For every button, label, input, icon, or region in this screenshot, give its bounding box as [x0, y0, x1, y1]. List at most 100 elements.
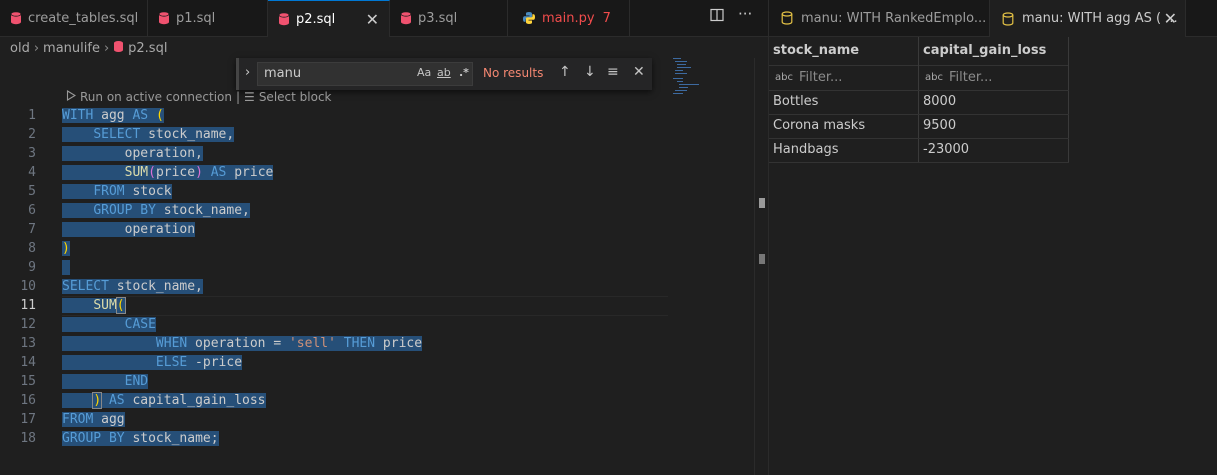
tab-label: manu: WITH agg AS ( ... [1022, 11, 1178, 26]
tab-result-agg[interactable]: manu: WITH agg AS ( ... ✕ [990, 0, 1186, 37]
line-number: 6 [28, 203, 36, 218]
code-text: GROUP BY stock_name, [62, 201, 250, 220]
database-icon [113, 40, 124, 57]
code-line: 10 SELECT stock_name, [0, 277, 754, 296]
tab-p3[interactable]: p3.sql [390, 0, 508, 36]
breadcrumb: old › manulife › p2.sql [10, 38, 167, 58]
table-row[interactable]: Bottles 8000 [769, 91, 1069, 115]
code-text: SELECT stock_name, [62, 279, 203, 294]
grid-header-row: stock_name capital_gain_loss [769, 37, 1069, 66]
codelens: Run on active connection | ☰ Select bloc… [66, 90, 332, 104]
more-actions-icon[interactable]: ··· [738, 5, 752, 23]
line-number: 10 [20, 279, 36, 294]
code-line: 4 SUM(price) AS price [0, 163, 754, 182]
filter-input[interactable]: Filter... [799, 70, 842, 85]
code-text: WITH agg AS ( [62, 108, 164, 123]
line-number: 9 [28, 260, 36, 275]
arrow-up-icon[interactable]: ↑ [559, 64, 571, 80]
results-pane: manu: WITH RankedEmplo... manu: WITH agg… [768, 0, 1217, 475]
code-line: 7 operation [0, 220, 754, 239]
code-line: 15 END [0, 372, 754, 391]
chevron-right-icon: › [33, 40, 40, 56]
database-outline-icon [781, 11, 793, 25]
code-text: END [62, 372, 149, 391]
database-icon [278, 12, 290, 26]
toggle-replace-icon[interactable]: › [245, 65, 250, 80]
code-text: SUM( [62, 296, 126, 315]
line-number: 13 [20, 336, 36, 351]
table-cell[interactable]: -23000 [919, 139, 1069, 162]
run-on-connection-link[interactable]: Run on active connection [80, 90, 232, 104]
find-widget: › manu Aa ab .* No results ↑ ↓ ≡ ✕ [236, 58, 652, 90]
tab-main-py[interactable]: main.py 7 [508, 0, 630, 36]
code-line: 8 ) [0, 239, 754, 258]
code-text: FROM agg [62, 412, 125, 427]
code-line: 1 WITH agg AS ( [0, 106, 754, 125]
select-block-link[interactable]: Select block [259, 90, 332, 104]
line-number: 2 [28, 127, 36, 142]
current-line-highlight [62, 296, 668, 316]
column-header[interactable]: capital_gain_loss [919, 37, 1069, 65]
select-block-icon: ☰ [244, 90, 255, 104]
column-header[interactable]: stock_name [769, 37, 919, 65]
code-text: operation, [62, 146, 203, 161]
code-text: ) [62, 241, 70, 256]
close-icon[interactable]: ✕ [366, 10, 379, 29]
filter-type-icon: abc [925, 72, 943, 83]
line-number: 17 [20, 412, 36, 427]
filter-cell[interactable]: abc Filter... [919, 65, 1069, 90]
scroll-marker [759, 254, 765, 264]
code-line: 13 WHEN operation = 'sell' THEN price [0, 334, 754, 353]
scroll-marker [759, 198, 765, 208]
split-editor-icon[interactable] [710, 8, 724, 26]
code-text: SUM(price) AS price [62, 163, 274, 182]
tab-label: manu: WITH RankedEmplo... [801, 10, 987, 26]
table-cell[interactable]: Corona masks [769, 115, 919, 138]
filter-type-icon: abc [775, 72, 793, 83]
editor-pane: create_tables.sql p1.sql p2.sql ✕ p3.sql… [0, 0, 769, 475]
close-icon[interactable]: ✕ [633, 64, 645, 80]
play-icon [66, 90, 77, 104]
codelens-separator: | [236, 90, 241, 104]
line-number: 3 [28, 146, 36, 161]
line-number: 8 [28, 241, 36, 256]
line-number: 7 [28, 222, 36, 237]
tab-create-tables[interactable]: create_tables.sql [0, 0, 148, 36]
table-row[interactable]: Corona masks 9500 [769, 115, 1069, 139]
tab-result-ranked[interactable]: manu: WITH RankedEmplo... [769, 0, 990, 36]
match-case-toggle[interactable]: Aa [417, 66, 431, 79]
table-cell[interactable]: Bottles [769, 91, 919, 114]
filter-cell[interactable]: abc Filter... [769, 65, 919, 90]
table-row[interactable]: Handbags -23000 [769, 139, 1069, 163]
find-in-selection-icon[interactable]: ≡ [607, 64, 619, 80]
tab-p1[interactable]: p1.sql [148, 0, 268, 36]
regex-toggle[interactable]: .* [459, 66, 469, 79]
whole-word-toggle[interactable]: ab [437, 66, 451, 79]
code-line: 17 FROM agg [0, 410, 754, 429]
table-cell[interactable]: 9500 [919, 115, 1069, 138]
tab-label: create_tables.sql [28, 10, 139, 26]
code-text: operation [62, 222, 196, 237]
breadcrumb-item[interactable]: manulife [43, 41, 100, 56]
code-text: CASE [62, 315, 156, 334]
database-icon [10, 11, 22, 25]
filter-input[interactable]: Filter... [949, 70, 992, 85]
breadcrumb-item[interactable]: p2.sql [128, 41, 167, 56]
table-cell[interactable]: Handbags [769, 139, 919, 162]
database-icon [400, 11, 412, 25]
close-icon[interactable]: ✕ [1164, 9, 1177, 28]
breadcrumb-item[interactable]: old [10, 41, 30, 56]
minimap[interactable] [673, 58, 729, 98]
filter-row: abc Filter... abc Filter... [769, 65, 1069, 91]
table-cell[interactable]: 8000 [919, 91, 1069, 114]
code-text: ) AS capital_gain_loss [62, 391, 266, 410]
tab-label: p1.sql [176, 10, 216, 26]
tab-p2[interactable]: p2.sql ✕ [268, 0, 390, 37]
code-text [62, 258, 70, 277]
arrow-down-icon[interactable]: ↓ [584, 64, 596, 80]
editor-scrollbar[interactable] [754, 58, 769, 475]
code-line: 18 GROUP BY stock_name; [0, 429, 754, 448]
code-line: 16 ) AS capital_gain_loss [0, 391, 754, 410]
editor-tab-bar: create_tables.sql p1.sql p2.sql ✕ p3.sql… [0, 0, 768, 37]
line-number: 14 [20, 355, 36, 370]
